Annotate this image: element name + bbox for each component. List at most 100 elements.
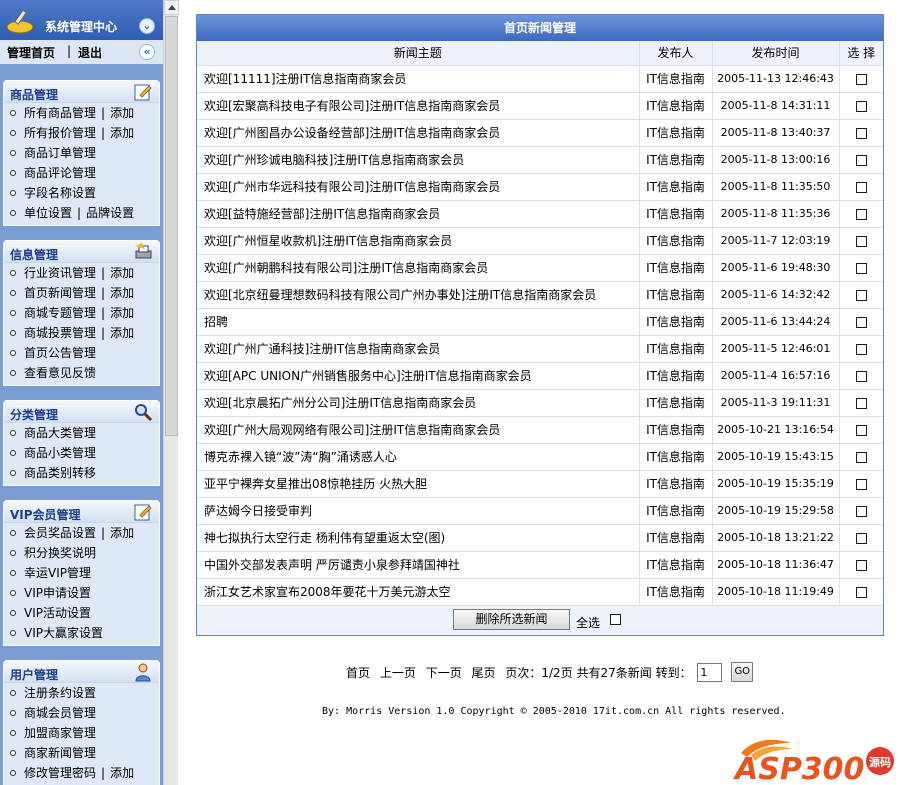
sidebar-item-link[interactable]: 商城会员管理 (24, 706, 96, 720)
news-subject-link[interactable]: 神七拟执行太空行走 杨利伟有望重返太空(图) (197, 524, 640, 552)
sidebar-item-link[interactable]: 商品大类管理 (24, 426, 96, 440)
sidebar-item-link[interactable]: 修改管理密码 (24, 766, 96, 780)
row-checkbox[interactable] (855, 343, 867, 355)
sidebar-item-add-link[interactable]: 品牌设置 (86, 206, 134, 220)
sidebar-item-add-link[interactable]: 添加 (110, 106, 134, 120)
sidebar-group-header[interactable]: 分类管理 (4, 401, 159, 423)
col-publisher: 发布人 (639, 41, 713, 66)
select-cell (839, 416, 883, 444)
news-subject-link[interactable]: 招聘 (197, 308, 640, 336)
news-subject-link[interactable]: 萨达姆今日接受审判 (197, 497, 640, 525)
sidebar-group-header[interactable]: 商品管理 (4, 81, 159, 103)
table-row: 欢迎[11111]注册IT信息指南商家会员 IT信息指南 2005-11-13 12… (197, 65, 883, 93)
hide-sidebar-icon[interactable]: « (139, 44, 155, 60)
row-checkbox[interactable] (855, 154, 867, 166)
row-checkbox[interactable] (855, 532, 867, 544)
sidebar-item-link[interactable]: 积分换奖说明 (24, 546, 96, 560)
news-subject-link[interactable]: 欢迎[北京纽曼理想数码科技有限公司广州办事处]注册IT信息指南商家会员 (197, 281, 640, 309)
first-page-link[interactable]: 首页 (346, 664, 370, 681)
scrollbar[interactable] (163, 0, 179, 785)
sidebar-item-link[interactable]: 所有商品管理 (24, 106, 96, 120)
delete-selected-button[interactable]: 删除所选新闻 (453, 608, 570, 630)
prev-page-link[interactable]: 上一页 (380, 664, 416, 681)
sidebar-item-link[interactable]: 幸运VIP管理 (24, 566, 91, 580)
news-subject-link[interactable]: 博克赤裸入镜“波”涛“胸”涌诱惑人心 (197, 443, 640, 471)
admin-home-link[interactable]: 管理首页 (7, 44, 55, 61)
news-subject-link[interactable]: 欢迎[APC UNION广州销售服务中心]注册IT信息指南商家会员 (197, 362, 640, 390)
news-subject-link[interactable]: 欢迎[广州图昌办公设备经营部]注册IT信息指南商家会员 (197, 119, 640, 147)
scroll-up-icon[interactable] (164, 0, 179, 15)
sidebar-group-header[interactable]: 信息管理 (4, 241, 159, 263)
sidebar-item-link[interactable]: 商品订单管理 (24, 146, 96, 160)
row-checkbox[interactable] (855, 181, 867, 193)
row-checkbox[interactable] (855, 397, 867, 409)
sidebar-item-add-link[interactable]: 添加 (110, 526, 134, 540)
bullet-icon (10, 170, 16, 176)
news-subject-link[interactable]: 欢迎[11111]注册IT信息指南商家会员 (197, 65, 640, 93)
sidebar-item-link[interactable]: 商品类别转移 (24, 466, 96, 480)
sidebar-group-header[interactable]: VIP会员管理 (4, 501, 159, 523)
row-checkbox[interactable] (855, 289, 867, 301)
news-subject-link[interactable]: 欢迎[北京晨拓广州分公司]注册IT信息指南商家会员 (197, 389, 640, 417)
row-checkbox[interactable] (855, 370, 867, 382)
row-checkbox[interactable] (855, 208, 867, 220)
sidebar-item-link[interactable]: 注册条约设置 (24, 686, 96, 700)
row-checkbox[interactable] (855, 451, 867, 463)
sidebar-item-link[interactable]: 首页新闻管理 (24, 286, 96, 300)
sidebar-item-add-link[interactable]: 添加 (110, 766, 134, 780)
row-checkbox[interactable] (855, 100, 867, 112)
sidebar-item-add-link[interactable]: 添加 (110, 326, 134, 340)
news-subject-link[interactable]: 欢迎[宏聚高科技电子有限公司]注册IT信息指南商家会员 (197, 92, 640, 120)
sidebar-item-link[interactable]: 单位设置 (24, 206, 72, 220)
row-checkbox[interactable] (855, 127, 867, 139)
news-subject-link[interactable]: 欢迎[广州大局观网络有限公司]注册IT信息指南商家会员 (197, 416, 640, 444)
news-subject-link[interactable]: 浙江女艺术家宣布2008年要花十万美元游太空 (197, 578, 640, 606)
sidebar-group-header[interactable]: 用户管理 (4, 661, 159, 683)
row-checkbox[interactable] (855, 316, 867, 328)
page-number-input[interactable]: 1 (697, 662, 723, 682)
sidebar-item-link[interactable]: 查看意见反馈 (24, 366, 96, 380)
row-checkbox[interactable] (855, 235, 867, 247)
sidebar-item-link[interactable]: VIP大赢家设置 (24, 626, 103, 640)
sidebar-item-add-link[interactable]: 添加 (110, 266, 134, 280)
sidebar-item-link[interactable]: 商品小类管理 (24, 446, 96, 460)
sidebar-item-link[interactable]: 商城投票管理 (24, 326, 96, 340)
sidebar-item-link[interactable]: 字段名称设置 (24, 186, 96, 200)
news-subject-link[interactable]: 欢迎[广州市华远科技有限公司]注册IT信息指南商家会员 (197, 173, 640, 201)
sidebar-item-add-link[interactable]: 添加 (110, 286, 134, 300)
news-subject-link[interactable]: 欢迎[广州广通科技]注册IT信息指南商家会员 (197, 335, 640, 363)
news-subject-link[interactable]: 欢迎[广州恒星收款机]注册IT信息指南商家会员 (197, 227, 640, 255)
news-subject-link[interactable]: 欢迎[广州珍诚电脑科技]注册IT信息指南商家会员 (197, 146, 640, 174)
news-subject-link[interactable]: 欢迎[益特施经营部]注册IT信息指南商家会员 (197, 200, 640, 228)
sidebar-item: 注册条约设置 (4, 683, 159, 703)
sidebar-item-link[interactable]: 行业资讯管理 (24, 266, 96, 280)
collapse-icon[interactable]: ⌄ (139, 18, 155, 34)
sidebar-item-link[interactable]: VIP申请设置 (24, 586, 91, 600)
go-button[interactable]: GO (731, 662, 754, 682)
sidebar-item-link[interactable]: 商家新闻管理 (24, 746, 96, 760)
sidebar-item-link[interactable]: 所有报价管理 (24, 126, 96, 140)
sidebar-item-add-link[interactable]: 添加 (110, 306, 134, 320)
sidebar-item-link[interactable]: 首页公告管理 (24, 346, 96, 360)
sidebar-item-add-link[interactable]: 添加 (110, 126, 134, 140)
row-checkbox[interactable] (855, 478, 867, 490)
news-subject-link[interactable]: 欢迎[广州朝鹏科技有限公司]注册IT信息指南商家会员 (197, 254, 640, 282)
row-checkbox[interactable] (855, 424, 867, 436)
row-checkbox[interactable] (855, 586, 867, 598)
next-page-link[interactable]: 下一页 (426, 664, 462, 681)
row-checkbox[interactable] (855, 73, 867, 85)
scroll-thumb[interactable] (165, 16, 178, 436)
last-page-link[interactable]: 尾页 (472, 664, 496, 681)
logout-link[interactable]: 退出 (78, 44, 102, 61)
sidebar-item-link[interactable]: 加盟商家管理 (24, 726, 96, 740)
news-subject-link[interactable]: 亚平宁裸奔女星推出08惊艳挂历 火热大胆 (197, 470, 640, 498)
news-subject-link[interactable]: 中国外交部发表声明 严厉谴责小泉参拜靖国神社 (197, 551, 640, 579)
select-all-checkbox[interactable] (610, 613, 621, 625)
row-checkbox[interactable] (855, 559, 867, 571)
sidebar-item-link[interactable]: 商品评论管理 (24, 166, 96, 180)
sidebar-item-link[interactable]: 商城专题管理 (24, 306, 96, 320)
sidebar-item-link[interactable]: VIP活动设置 (24, 606, 91, 620)
sidebar-item-link[interactable]: 会员奖品设置 (24, 526, 96, 540)
row-checkbox[interactable] (855, 262, 867, 274)
row-checkbox[interactable] (855, 505, 867, 517)
